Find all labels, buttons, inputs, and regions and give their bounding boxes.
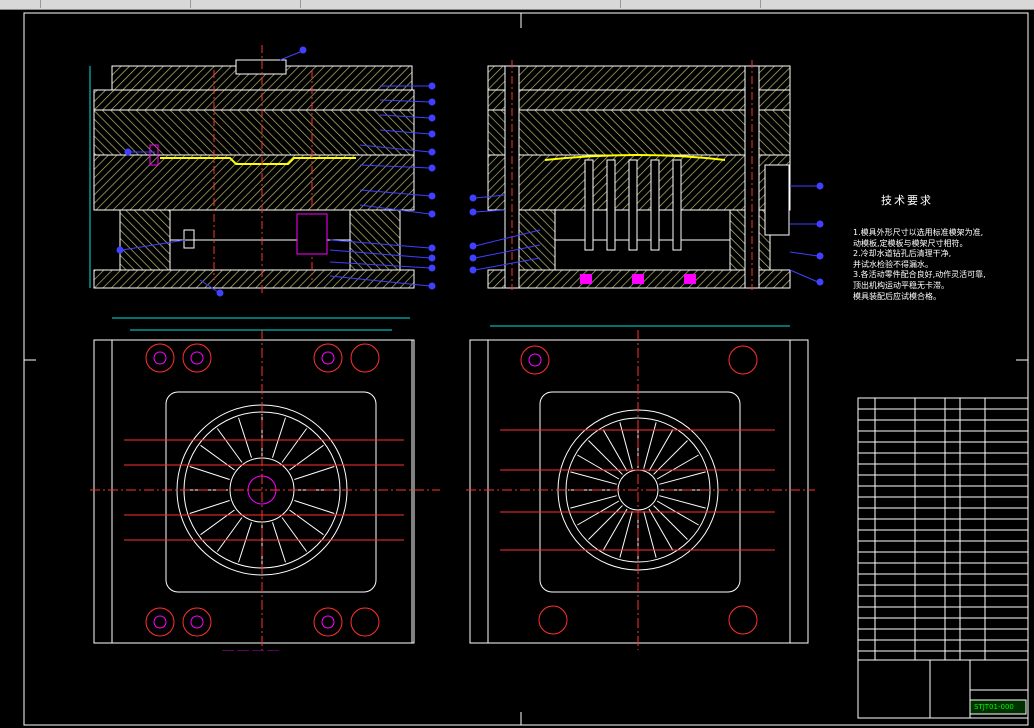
technical-requirements: 技术要求 1.模具外形尺寸以选用标准模架为准, 动模板,定模板与模架尺寸相符。 … — [853, 194, 1028, 302]
notes-line: 模具装配后应试模合格。 — [853, 291, 941, 301]
notes-line: 2.冷却水道钻孔后清理干净, — [853, 249, 952, 259]
spoke-line — [294, 500, 335, 514]
spoke-line — [653, 440, 688, 475]
notes-line: 3.各活动零件配合良好,动作灵活可靠, — [853, 270, 986, 280]
spoke-line — [272, 522, 286, 563]
notes-line: 动模板,定模板与模架尺寸相符。 — [853, 238, 968, 248]
fixed-half-plan-view — [466, 325, 815, 650]
drawing-number: STJT01-000 — [974, 703, 1014, 711]
spoke-line — [189, 500, 230, 514]
notes-title: 技术要求 — [881, 194, 933, 207]
notes-line: 1.模具外形尺寸以选用标准模架为准, — [853, 228, 984, 237]
moving-half-plan-view: ———— ———— ———— ———— — [90, 317, 440, 654]
spoke-line — [588, 505, 623, 540]
spoke-line — [272, 417, 286, 458]
spoke-line — [189, 466, 230, 480]
svg-text:———— ———— ———— ————: ———— ———— ———— ———— — [222, 648, 280, 654]
spoke-line — [238, 522, 252, 563]
notes-line: 并试水检验不得漏水。 — [853, 259, 933, 269]
spoke-line — [294, 466, 335, 480]
spoke-line — [200, 444, 235, 471]
spoke-line — [200, 509, 235, 536]
spoke-line — [653, 505, 688, 540]
spoke-line — [281, 428, 308, 463]
spoke-line — [238, 417, 252, 458]
spoke-line — [289, 444, 324, 471]
front-section-view — [89, 45, 415, 295]
spoke-line — [216, 517, 243, 552]
spoke-line — [281, 517, 308, 552]
notes-line: 顶出机构运动平稳无卡滞。 — [853, 280, 949, 290]
spoke-line — [588, 440, 623, 475]
spoke-line — [289, 509, 324, 536]
cad-drawing-canvas[interactable]: ———— ———— ———— ———— — [0, 0, 1034, 728]
title-block — [857, 397, 1029, 719]
spoke-line — [216, 428, 243, 463]
side-section-view — [487, 60, 791, 290]
